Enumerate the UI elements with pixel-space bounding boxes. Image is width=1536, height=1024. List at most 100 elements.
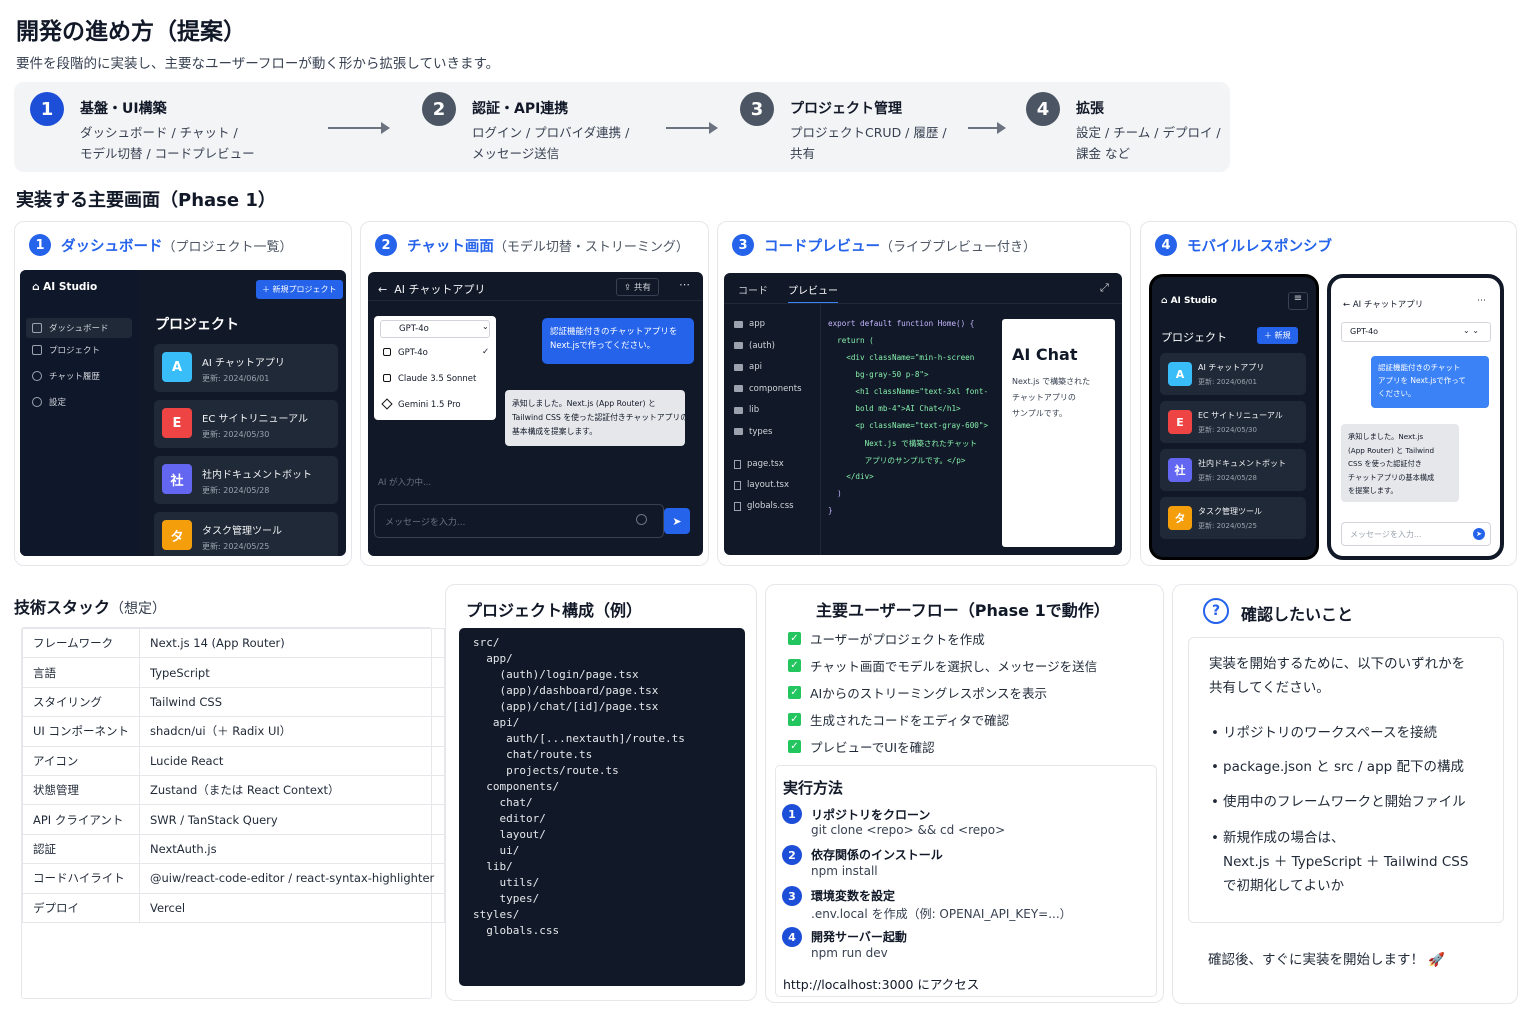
code-line: bold mb-4">AI Chat</h1> <box>828 404 961 413</box>
project-avatar: A <box>162 352 192 382</box>
project-item[interactable]: タタスク管理ツール 更新: 2024/05/25 <box>154 512 338 556</box>
tech-value: shadcn/ui（＋ Radix UI） <box>138 716 446 747</box>
tech-row: 認証 NextAuth.js <box>22 833 446 865</box>
card-subtitle: （プロジェクト一覧） <box>162 239 293 255</box>
dashboard-card: 1 ダッシュボード （プロジェクト一覧） ⌂ AI Studio ダッシュボード… <box>14 221 352 566</box>
project-item[interactable]: タタスク管理ツール 更新: 2024/05/25 <box>1160 497 1306 539</box>
file-item[interactable]: layout.tsx <box>734 480 789 490</box>
file-icon <box>734 501 741 511</box>
folder-icon <box>32 345 42 355</box>
back-arrow-icon[interactable]: ← <box>378 283 387 296</box>
folder-icon <box>734 342 743 349</box>
userflow-item: ✓ プレビューでUIを確認 <box>788 737 935 756</box>
access-url[interactable]: http://localhost:3000 にアクセス <box>783 974 979 993</box>
folder-item[interactable]: lib <box>734 405 759 415</box>
code-line: アプリのサンプルです。</p> <box>828 456 966 465</box>
confirm-bullet: 新規作成の場合は、 Next.js ＋ TypeScript ＋ Tailwin… <box>1211 826 1468 898</box>
project-item[interactable]: A AI チャットアプリ 更新: 2024/06/01 <box>1160 353 1306 395</box>
sidebar-item-history[interactable]: チャット履歴 <box>32 370 100 382</box>
mobile-card: 4 モバイルレスポンシブ ⌂ AI Studio ≡ プロジェクト ＋ 新規 A… <box>1140 221 1517 566</box>
dashboard-sidebar <box>20 270 138 556</box>
confirm-card: ? 確認したいこと 実装を開始するために、以下のいずれかを 共有してください。 … <box>1172 584 1518 1004</box>
project-item[interactable]: 社社内ドキュメントボット 更新: 2024/05/28 <box>154 456 338 504</box>
attach-icon[interactable] <box>636 514 647 525</box>
more-icon[interactable]: ⋯ <box>1477 296 1486 306</box>
check-icon: ✓ <box>482 347 490 357</box>
model-option[interactable]: Gemini 1.5 Pro <box>398 400 461 410</box>
send-icon[interactable]: ➤ <box>1473 528 1485 540</box>
message-input[interactable]: メッセージを入力... <box>1341 522 1491 546</box>
more-icon[interactable]: ⋯ <box>679 278 690 291</box>
project-item[interactable]: A AI チャットアプリ 更新: 2024/06/01 <box>154 344 338 392</box>
anthropic-icon <box>383 374 391 382</box>
project-item[interactable]: 社社内ドキュメントボット 更新: 2024/05/28 <box>1160 449 1306 491</box>
phone-dashboard: ⌂ AI Studio ≡ プロジェクト ＋ 新規 A AI チャットアプリ 更新:… <box>1149 274 1319 560</box>
chevron-down-icon: ⌄ <box>482 322 489 331</box>
project-name: タスク管理ツール <box>202 526 282 537</box>
structure-line: projects/route.ts <box>473 764 619 777</box>
tech-row: 状態管理 Zustand（または React Context） <box>22 774 446 806</box>
expand-icon[interactable]: ⤢ <box>1100 281 1109 295</box>
send-button[interactable]: ➤ <box>664 508 690 534</box>
file-item[interactable]: globals.css <box>734 501 794 511</box>
ai-message: 承知しました。Next.js (App Router) と Tailwind C… <box>505 390 688 446</box>
tech-value: SWR / TanStack Query <box>138 804 446 835</box>
home-icon: ⌂ <box>32 281 44 293</box>
share-icon: ⇪ <box>624 283 634 293</box>
card-subtitle: （モデル切替・ストリーミング） <box>493 239 689 255</box>
openai-icon <box>383 348 391 356</box>
share-button[interactable]: ⇪ 共有 <box>616 278 659 296</box>
model-dropdown[interactable]: GPT-4o ⌄ GPT-4o ✓ Claude 3.5 Sonnet Gemi… <box>374 316 496 420</box>
folder-item[interactable]: components <box>734 384 802 394</box>
confirm-footer: 確認後、すぐに実装を開始します！ 🚀 <box>1208 952 1446 968</box>
menu-icon[interactable]: ≡ <box>1288 292 1308 310</box>
projects-heading: プロジェクト <box>1161 331 1227 344</box>
tech-value: TypeScript <box>138 657 446 688</box>
dashboard-mock: ⌂ AI Studio ダッシュボード プロジェクト チャット履歴 設定 ＋ 新… <box>20 270 346 556</box>
code-line: Next.js で構築されたチャット <box>828 439 978 448</box>
card-title: モバイルレスポンシブ <box>1187 238 1332 255</box>
card-header: 2 チャット画面 （モデル切替・ストリーミング） <box>375 234 689 256</box>
step-desc: ダッシュボード / チャット / モデル切替 / コードプレビュー <box>80 125 255 161</box>
model-select[interactable]: GPT-4o <box>380 320 490 338</box>
confirm-bullet: リポジトリのワークスペースを接続 <box>1211 721 1437 745</box>
model-option[interactable]: Claude 3.5 Sonnet <box>398 374 476 384</box>
back-arrow-icon[interactable]: ← <box>1343 300 1353 310</box>
home-icon <box>32 323 42 333</box>
model-option[interactable]: GPT-4o <box>398 348 428 358</box>
tech-heading: 技術スタック（想定） <box>14 598 167 617</box>
code-line: <h1 className="text-3xl font- <box>828 387 989 396</box>
tab-code[interactable]: コード <box>738 282 768 297</box>
question-icon: ? <box>1203 598 1229 624</box>
run-step-command: .env.local を作成（例: OPENAI_API_KEY=...） <box>811 907 1072 921</box>
tech-value: @uiw/react-code-editor / react-syntax-hi… <box>138 863 446 894</box>
folder-item[interactable]: types <box>734 427 772 437</box>
code-preview-card: 3 コードプレビュー （ライブプレビュー付き） コード プレビュー ⤢ app (… <box>717 221 1131 566</box>
new-project-button[interactable]: ＋ 新規 <box>1257 327 1298 344</box>
project-item[interactable]: E EC サイトリニューアル 更新: 2024/05/30 <box>1160 401 1306 443</box>
tab-preview[interactable]: プレビュー <box>788 282 838 304</box>
file-item[interactable]: page.tsx <box>734 459 784 469</box>
check-icon: ✓ <box>788 740 801 753</box>
project-avatar: E <box>1168 410 1192 434</box>
sidebar-item-projects[interactable]: プロジェクト <box>32 344 100 356</box>
project-name: タスク管理ツール <box>1198 507 1262 516</box>
project-item[interactable]: E EC サイトリニューアル 更新: 2024/05/30 <box>154 400 338 448</box>
structure-line: editor/ <box>473 812 546 825</box>
card-subtitle: （ライブプレビュー付き） <box>880 239 1037 255</box>
new-project-button[interactable]: ＋ 新規プロジェクト <box>256 280 343 299</box>
folder-item[interactable]: api <box>734 362 762 372</box>
project-avatar: E <box>162 408 192 438</box>
sidebar-item-dashboard[interactable]: ダッシュボード <box>26 318 132 338</box>
sidebar-item-settings[interactable]: 設定 <box>32 396 66 408</box>
ai-message: 承知しました。Next.js (App Router) と Tailwind C… <box>1341 424 1459 502</box>
structure-line: components/ <box>473 780 560 793</box>
run-section: 実行方法 1 リポジトリをクローン git clone <repo> && cd… <box>775 765 1157 997</box>
folder-item[interactable]: (auth) <box>734 341 775 351</box>
userflow-item: ✓ チャット画面でモデルを選択し、メッセージを送信 <box>788 656 1097 675</box>
tech-row: アイコン Lucide React <box>22 745 446 776</box>
project-date: 更新: 2024/05/28 <box>1198 474 1257 482</box>
folder-item[interactable]: app <box>734 319 765 329</box>
message-input[interactable]: メッセージを入力... <box>374 504 664 538</box>
card-number: 3 <box>732 234 754 256</box>
